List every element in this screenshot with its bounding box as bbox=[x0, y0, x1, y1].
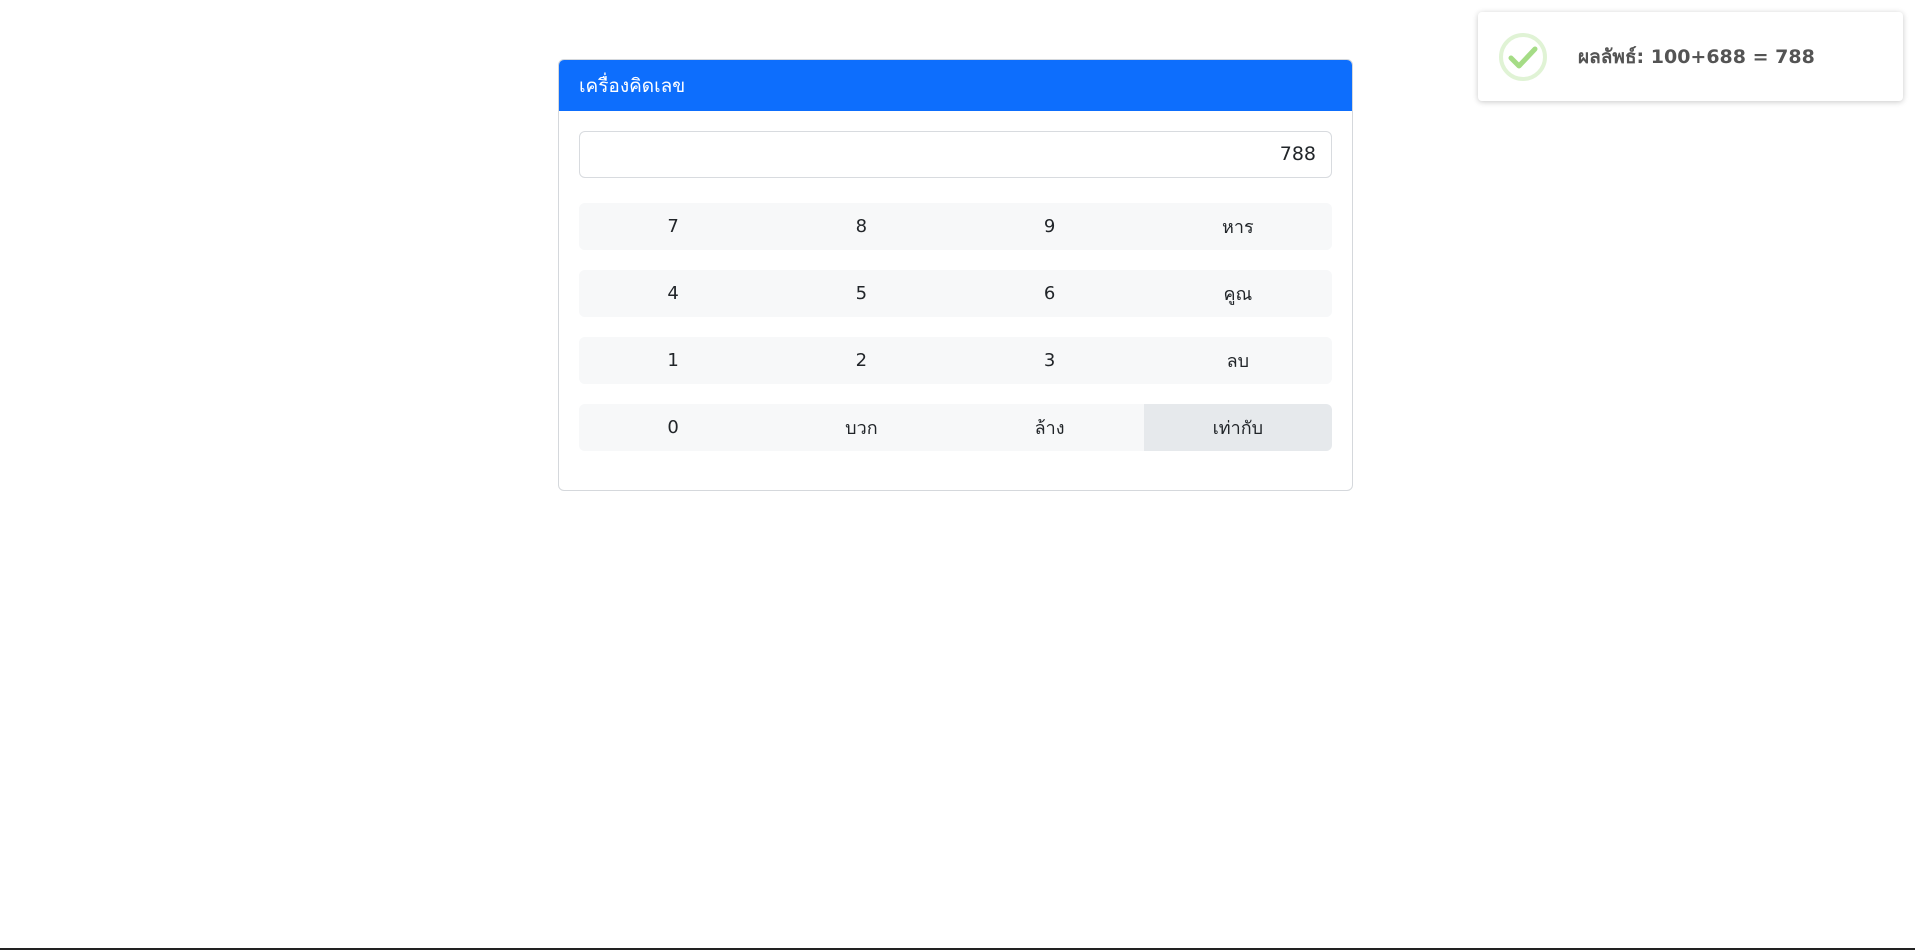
calculator-title: เครื่องคิดเลข bbox=[579, 74, 686, 97]
calculator-body: 788 7 8 9 หาร 4 5 6 คูณ 1 2 3 ลบ 0 บวก ล… bbox=[559, 111, 1352, 471]
add-button[interactable]: บวก bbox=[767, 404, 956, 451]
toast-message: ผลลัพธ์: 100+688 = 788 bbox=[1578, 45, 1815, 68]
result-toast[interactable]: ผลลัพธ์: 100+688 = 788 bbox=[1478, 12, 1903, 101]
divide-button[interactable]: หาร bbox=[1143, 203, 1332, 250]
key-9[interactable]: 9 bbox=[955, 203, 1144, 250]
calculator-header: เครื่องคิดเลข bbox=[559, 60, 1352, 111]
key-3[interactable]: 3 bbox=[955, 337, 1144, 384]
key-row: 1 2 3 ลบ bbox=[579, 337, 1332, 384]
multiply-button[interactable]: คูณ bbox=[1143, 270, 1332, 317]
key-8[interactable]: 8 bbox=[767, 203, 956, 250]
equals-button[interactable]: เท่ากับ bbox=[1143, 404, 1332, 451]
key-row: 4 5 6 คูณ bbox=[579, 270, 1332, 317]
calculator-display[interactable]: 788 bbox=[579, 131, 1332, 178]
key-row: 0 บวก ล้าง เท่ากับ bbox=[579, 404, 1332, 451]
key-2[interactable]: 2 bbox=[767, 337, 956, 384]
subtract-button[interactable]: ลบ bbox=[1143, 337, 1332, 384]
key-6[interactable]: 6 bbox=[955, 270, 1144, 317]
key-7[interactable]: 7 bbox=[579, 203, 768, 250]
success-check-icon bbox=[1499, 32, 1547, 81]
key-0[interactable]: 0 bbox=[579, 404, 768, 451]
page: เครื่องคิดเลข 788 7 8 9 หาร 4 5 6 คูณ 1 … bbox=[0, 0, 1915, 950]
calculator-card: เครื่องคิดเลข 788 7 8 9 หาร 4 5 6 คูณ 1 … bbox=[558, 59, 1353, 491]
key-1[interactable]: 1 bbox=[579, 337, 768, 384]
key-5[interactable]: 5 bbox=[767, 270, 956, 317]
key-row: 7 8 9 หาร bbox=[579, 203, 1332, 250]
clear-button[interactable]: ล้าง bbox=[955, 404, 1144, 451]
key-4[interactable]: 4 bbox=[579, 270, 768, 317]
